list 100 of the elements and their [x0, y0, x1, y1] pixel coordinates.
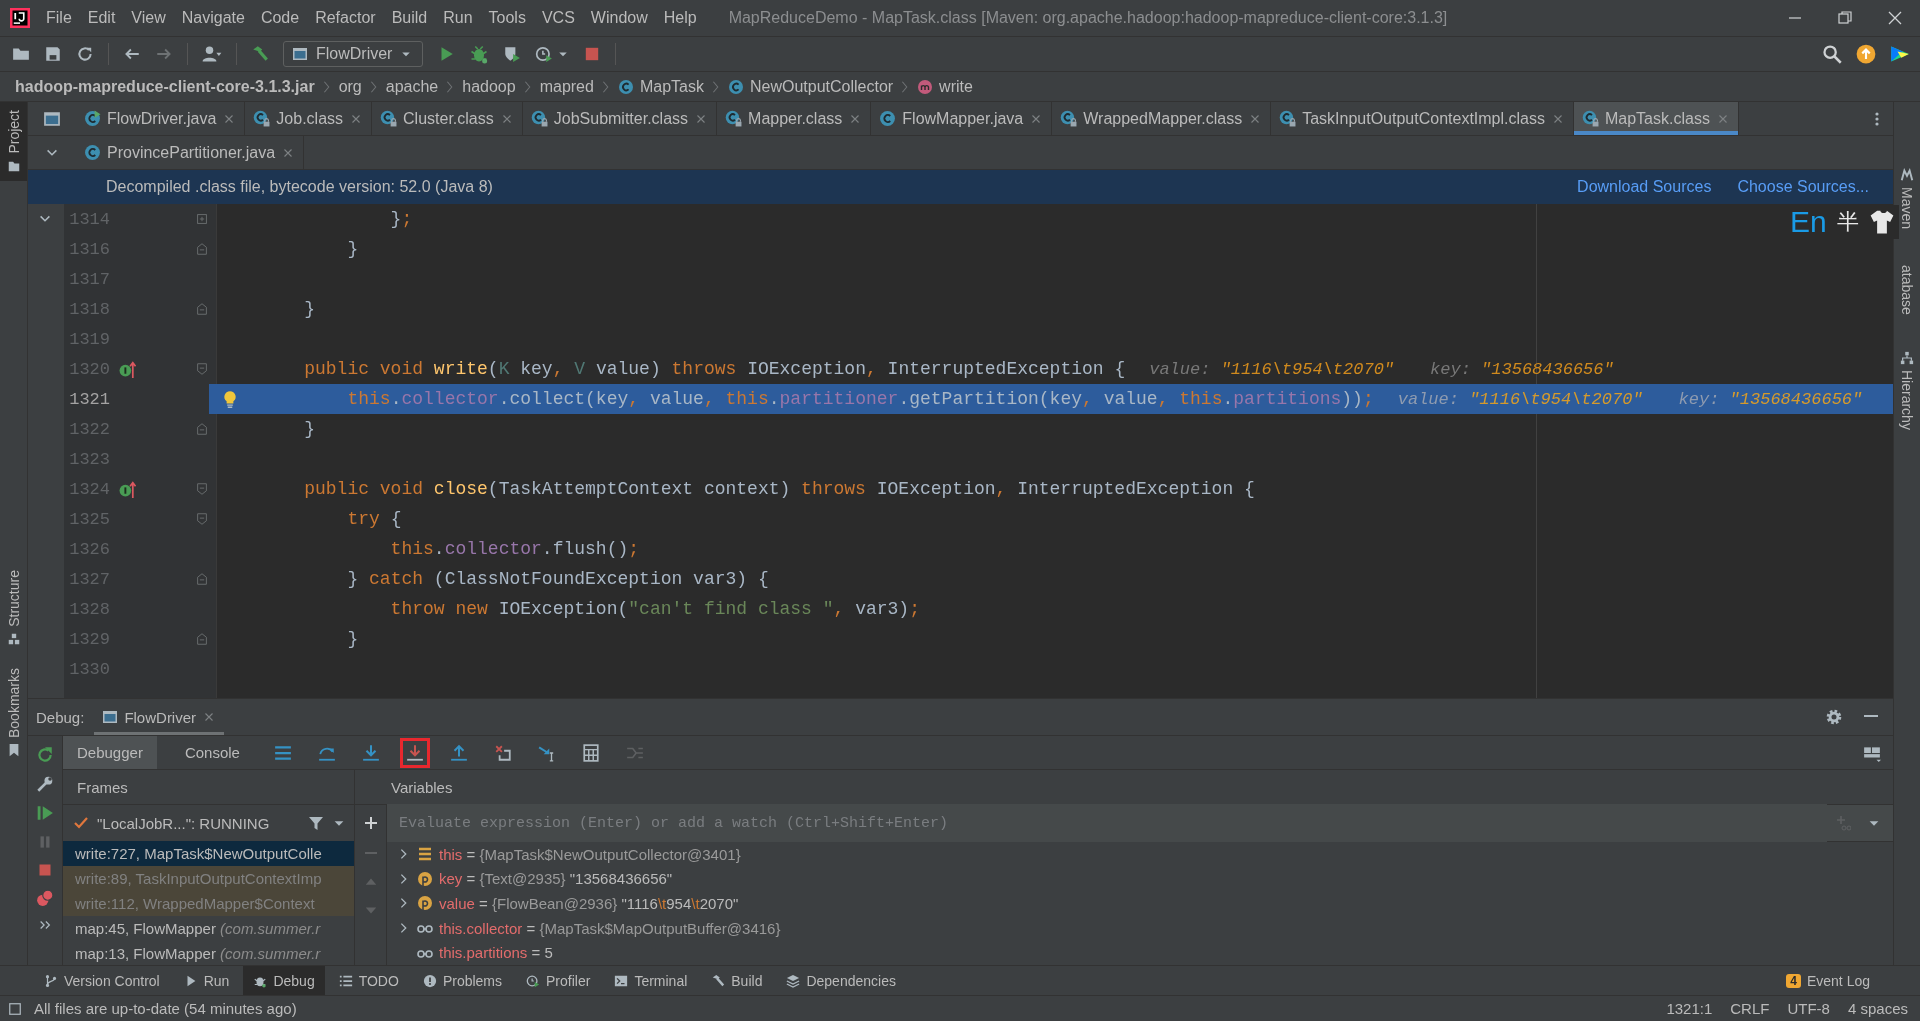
resume-icon[interactable] — [36, 804, 54, 822]
menu-item[interactable]: Tools — [480, 0, 534, 36]
stack-frame[interactable]: write:727, MapTask$NewOutputColle — [63, 841, 354, 866]
fold-marker-icon[interactable] — [195, 302, 209, 316]
stack-frame[interactable]: map:13, FlowMapper (com.summer.r — [63, 941, 354, 965]
tool-window-button[interactable]: Run — [173, 966, 240, 995]
lightbulb-icon[interactable] — [221, 390, 239, 408]
variable-entry[interactable]: this = {MapTask$NewOutputCollector@3401} — [439, 845, 741, 863]
tool-window-button[interactable]: Problems — [412, 966, 512, 995]
search-icon[interactable] — [1822, 44, 1842, 64]
restore-icon[interactable] — [1837, 10, 1853, 26]
user-icon[interactable] — [202, 44, 222, 64]
implements-icon[interactable] — [118, 480, 136, 498]
session-tab[interactable]: FlowDriver — [94, 699, 225, 735]
tool-window-tab[interactable]: Maven — [1894, 160, 1920, 238]
run-configuration-dropdown[interactable]: FlowDriver — [283, 41, 424, 67]
tool-window-button[interactable]: Profiler — [516, 966, 601, 995]
stack-frame[interactable]: map:45, FlowMapper (com.summer.r — [63, 916, 354, 941]
fold-marker-icon[interactable] — [195, 212, 209, 226]
variable-entry[interactable]: key = {Text@2935} "13568436656" — [439, 870, 673, 888]
panel-toggle-icon[interactable] — [8, 1001, 22, 1016]
debug-icon[interactable] — [469, 44, 490, 64]
tool-window-button[interactable]: Debug — [243, 966, 325, 995]
profiler-icon[interactable] — [535, 45, 554, 63]
save-icon[interactable] — [44, 45, 62, 63]
menu-item[interactable]: Help — [655, 0, 705, 36]
code-line: public void close(TaskAttemptContext context) throws IOException, InterruptedException { — [303, 479, 1255, 499]
breadcrumb[interactable]: write — [917, 77, 973, 96]
add-icon[interactable] — [362, 815, 379, 831]
filter-icon[interactable] — [308, 815, 324, 831]
wrench-icon[interactable] — [36, 775, 54, 793]
tool-window-button[interactable]: Dependencies — [776, 966, 906, 995]
debugger-tab[interactable]: Console — [170, 736, 254, 769]
sync-icon[interactable] — [76, 45, 94, 63]
stop-icon[interactable] — [37, 862, 53, 878]
implements-icon[interactable] — [118, 360, 136, 378]
breadcrumb[interactable]: hadoop-mapreduce-client-core-3.1.3.jar — [15, 77, 315, 96]
editor-tab[interactable]: MapTask.class — [1573, 102, 1739, 135]
tool-window-tab[interactable]: Bookmarks — [0, 659, 27, 765]
fold-marker-icon[interactable] — [195, 362, 209, 376]
breadcrumb[interactable]: MapTask — [617, 77, 704, 96]
breadcrumb[interactable]: apache — [385, 77, 439, 96]
rerun-icon[interactable] — [36, 746, 54, 764]
breadcrumb[interactable]: NewOutputCollector — [727, 77, 894, 96]
event-log-button[interactable]: 4 Event Log — [1776, 966, 1880, 995]
variable-entry[interactable]: this.partitions = 5 — [439, 944, 553, 962]
problems-icon — [422, 973, 437, 988]
breadcrumb[interactable]: mapred — [539, 77, 594, 96]
file-encoding[interactable]: UTF-8 — [1787, 1000, 1830, 1017]
menu-item[interactable]: Window — [582, 0, 656, 36]
debugger-tab[interactable]: Debugger — [63, 736, 157, 769]
link[interactable]: Download Sources — [1577, 178, 1712, 196]
breadcrumb[interactable]: org — [338, 77, 362, 96]
menu-item[interactable]: Build — [383, 0, 436, 36]
tool-window-button[interactable]: Build — [701, 966, 773, 995]
fold-marker-icon[interactable] — [195, 422, 209, 436]
update-icon[interactable] — [1856, 44, 1876, 64]
close-icon[interactable] — [1887, 10, 1903, 26]
project-view-icon[interactable] — [43, 109, 61, 128]
settings-icon[interactable] — [1825, 708, 1843, 726]
breakpoints-icon[interactable] — [36, 889, 54, 907]
thread-selector[interactable]: "LocalJobR...": RUNNING — [97, 814, 300, 832]
width-mode[interactable]: 半 — [1836, 207, 1859, 237]
input-language[interactable]: En — [1790, 205, 1827, 239]
fold-marker-icon[interactable] — [195, 512, 209, 526]
hammer-icon[interactable] — [251, 45, 269, 63]
variable-entry[interactable]: value = {FlowBean@2936} "1116\t954\t2070" — [439, 895, 739, 912]
locked-class-icon — [530, 110, 548, 127]
tool-window-button[interactable]: TODO — [328, 966, 409, 995]
line-separator[interactable]: CRLF — [1730, 1000, 1770, 1017]
tool-window-tab[interactable]: atabase — [1894, 257, 1920, 323]
tool-window-tab[interactable]: Hierarchy — [1894, 342, 1920, 438]
tool-window-button[interactable]: Version Control — [34, 966, 170, 995]
coverage-icon[interactable] — [503, 45, 522, 63]
menu-item[interactable]: Code — [252, 0, 308, 36]
menu-item[interactable]: Navigate — [173, 0, 253, 36]
indent-setting[interactable]: 4 spaces — [1847, 1000, 1908, 1017]
menu-item[interactable]: Refactor — [307, 0, 384, 36]
menu-item[interactable]: View — [123, 0, 174, 36]
open-folder-icon[interactable] — [12, 45, 30, 63]
window-icon — [102, 709, 119, 725]
more-icon[interactable] — [38, 918, 52, 932]
tool-window-tab[interactable]: Structure — [0, 562, 27, 654]
breadcrumb[interactable]: hadoop — [462, 77, 516, 96]
fold-marker-icon[interactable] — [195, 242, 209, 256]
todo-icon — [338, 973, 353, 988]
menu-item[interactable]: VCS — [533, 0, 583, 36]
menu-item[interactable]: File — [38, 0, 80, 36]
shirt-icon[interactable] — [1868, 209, 1895, 235]
fold-marker-icon[interactable] — [195, 482, 209, 496]
menu-item[interactable]: Edit — [79, 0, 124, 36]
tool-window-tab[interactable]: Project — [0, 102, 27, 181]
tool-window-button[interactable]: Terminal — [604, 966, 698, 995]
fold-marker-icon[interactable] — [195, 572, 209, 586]
fold-marker-icon[interactable] — [195, 632, 209, 646]
menu-item[interactable]: Run — [435, 0, 481, 36]
caret-position[interactable]: 1321:1 — [1666, 1000, 1713, 1017]
toolbar-button[interactable] — [399, 737, 430, 768]
link[interactable]: Choose Sources... — [1737, 178, 1869, 196]
variable-entry[interactable]: this.collector = {MapTask$MapOutputBuffer@3416} — [439, 919, 781, 937]
